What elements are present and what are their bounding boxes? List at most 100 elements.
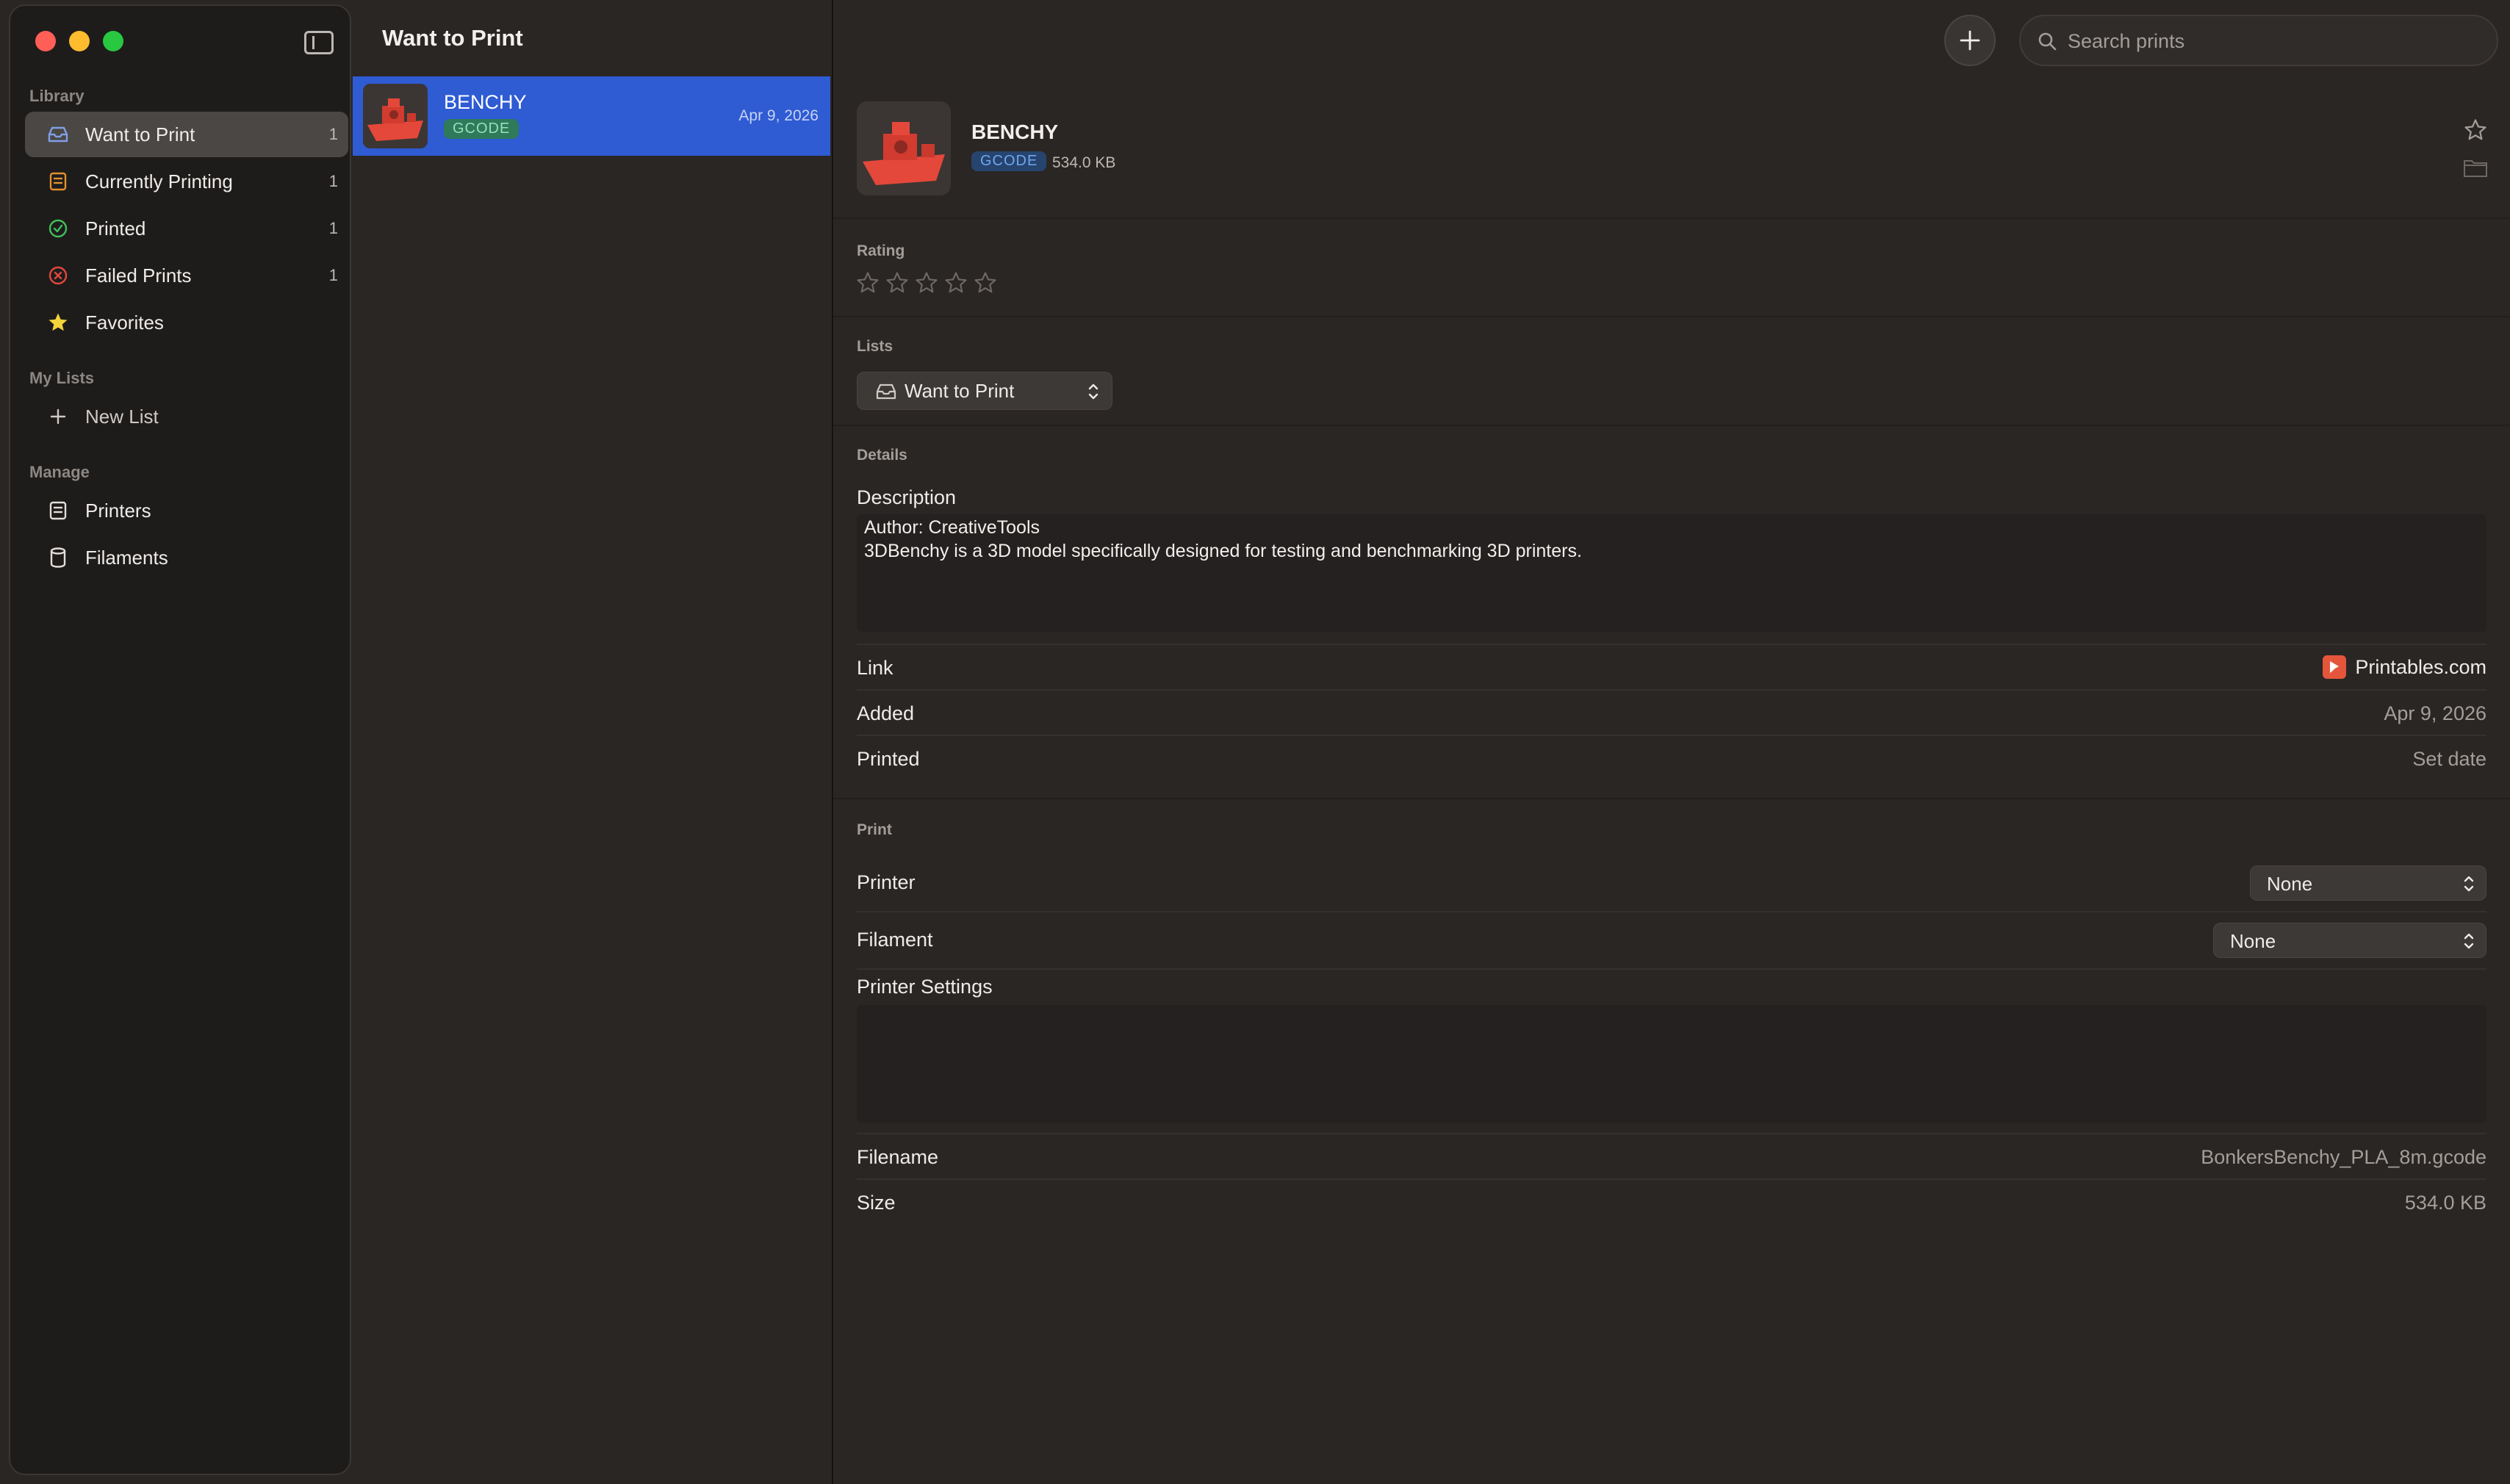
sidebar-item-label: Want to Print — [85, 123, 195, 145]
printed-label: Printed — [857, 748, 920, 770]
rating-star-icon[interactable] — [943, 270, 968, 295]
sidebar-toggle-icon[interactable] — [304, 31, 334, 54]
app-window: Library Want to Print 1 Currently Printi… — [0, 0, 2510, 1484]
close-window-button[interactable] — [35, 31, 56, 51]
detail-pane: BENCHY GCODE 534.0 KB Rating Lists Want … — [833, 0, 2510, 1484]
sidebar-item-count: 1 — [328, 219, 338, 237]
zoom-window-button[interactable] — [103, 31, 123, 51]
minimize-window-button[interactable] — [69, 31, 90, 51]
sidebar-item-label: Printers — [85, 499, 151, 522]
rating-star-icon[interactable] — [973, 270, 998, 295]
sidebar-item-count: 1 — [328, 266, 338, 284]
set-printed-date-button[interactable]: Set date — [2412, 748, 2486, 771]
file-type-badge: GCODE — [971, 151, 1047, 171]
divider — [857, 968, 2486, 970]
filament-label: Filament — [857, 929, 933, 951]
list-title: Want to Print — [382, 25, 523, 51]
sidebar-item-printed[interactable]: Printed 1 — [25, 206, 348, 251]
chevron-up-down-icon — [2464, 933, 2474, 949]
print-title: BENCHY — [971, 120, 1059, 143]
search-field[interactable] — [2019, 15, 2498, 66]
print-section-label: Print — [857, 821, 892, 838]
divider — [857, 1133, 2486, 1134]
divider — [833, 425, 2510, 426]
filament-select-value: None — [2230, 930, 2276, 952]
print-list-column: Want to Print BENCHY GCODE Apr 9, 2026 — [351, 0, 833, 1484]
description-line: Author: CreativeTools — [864, 517, 1040, 538]
sidebar-item-count: 1 — [328, 125, 338, 143]
favorite-star-icon[interactable] — [2463, 118, 2488, 143]
file-size-label: 534.0 KB — [1052, 154, 1116, 171]
list-selector[interactable]: Want to Print — [857, 372, 1112, 410]
description-textarea[interactable]: Author: CreativeTools 3DBenchy is a 3D m… — [857, 514, 2486, 632]
plus-icon — [1960, 30, 1980, 51]
x-circle-icon — [47, 264, 69, 287]
link-label: Link — [857, 657, 893, 679]
sidebar-item-currently-printing[interactable]: Currently Printing 1 — [25, 159, 348, 204]
rating-stars[interactable] — [855, 270, 998, 295]
divider — [857, 689, 2486, 691]
sidebar-item-failed-prints[interactable]: Failed Prints 1 — [25, 253, 348, 298]
my-lists-section-label: My Lists — [29, 369, 95, 387]
chevron-up-down-icon — [2464, 876, 2474, 892]
size-value: 534.0 KB — [2404, 1192, 2486, 1214]
search-input[interactable] — [2066, 24, 2481, 59]
sidebar-item-label: Filaments — [85, 546, 168, 569]
description-line: 3DBenchy is a 3D model specifically desi… — [864, 541, 1582, 561]
sidebar-item-label: Printed — [85, 217, 146, 239]
star-icon — [47, 311, 69, 334]
sidebar: Library Want to Print 1 Currently Printi… — [9, 4, 351, 1475]
manage-section-label: Manage — [29, 463, 90, 481]
divider — [857, 1178, 2486, 1180]
link-text: Printables.com — [2355, 655, 2486, 678]
sidebar-item-label: Failed Prints — [85, 264, 192, 287]
rating-star-icon[interactable] — [914, 270, 939, 295]
cylinder-icon — [47, 547, 69, 569]
printer-icon — [47, 170, 69, 192]
rating-star-icon[interactable] — [885, 270, 910, 295]
chevron-up-down-icon — [1088, 383, 1098, 400]
details-label: Details — [857, 447, 907, 464]
plus-icon — [47, 406, 69, 428]
sidebar-item-label: Favorites — [85, 311, 164, 334]
sidebar-item-label: Currently Printing — [85, 170, 233, 192]
size-label: Size — [857, 1192, 896, 1214]
printer-label: Printer — [857, 871, 916, 893]
added-value: Apr 9, 2026 — [2384, 702, 2486, 724]
divider — [857, 644, 2486, 645]
list-selector-value: Want to Print — [905, 380, 1015, 402]
new-list-button[interactable]: New List — [25, 394, 348, 439]
filename-label: Filename — [857, 1146, 939, 1168]
folder-icon[interactable] — [2463, 157, 2488, 178]
added-label: Added — [857, 702, 915, 724]
lists-label: Lists — [857, 338, 893, 355]
sidebar-item-want-to-print[interactable]: Want to Print 1 — [25, 112, 348, 157]
search-icon — [2038, 32, 2057, 51]
divider — [833, 798, 2510, 799]
printer-icon — [47, 500, 69, 522]
benchy-thumbnail — [363, 84, 428, 148]
divider — [833, 217, 2510, 219]
sidebar-item-filaments[interactable]: Filaments — [25, 535, 348, 580]
link-value[interactable]: Printables.com — [2323, 655, 2486, 679]
rating-star-icon[interactable] — [855, 270, 880, 295]
divider — [857, 911, 2486, 912]
new-list-label: New List — [85, 405, 159, 428]
library-section-label: Library — [29, 87, 84, 105]
printer-select[interactable]: None — [2250, 865, 2486, 901]
description-label: Description — [857, 486, 957, 508]
list-item-date: Apr 9, 2026 — [738, 107, 819, 124]
divider — [857, 735, 2486, 736]
file-type-badge: GCODE — [444, 119, 519, 139]
tray-icon — [876, 383, 896, 400]
filament-select[interactable]: None — [2213, 923, 2486, 958]
list-item-name: BENCHY — [444, 91, 527, 113]
add-print-button[interactable] — [1944, 15, 1996, 66]
printables-logo-icon — [2323, 655, 2347, 679]
list-item[interactable]: BENCHY GCODE Apr 9, 2026 — [353, 76, 830, 156]
checkmark-circle-icon — [47, 217, 69, 239]
sidebar-item-favorites[interactable]: Favorites — [25, 300, 348, 345]
sidebar-item-printers[interactable]: Printers — [25, 488, 348, 533]
rating-label: Rating — [857, 242, 905, 259]
printer-settings-textarea[interactable] — [857, 1005, 2486, 1123]
